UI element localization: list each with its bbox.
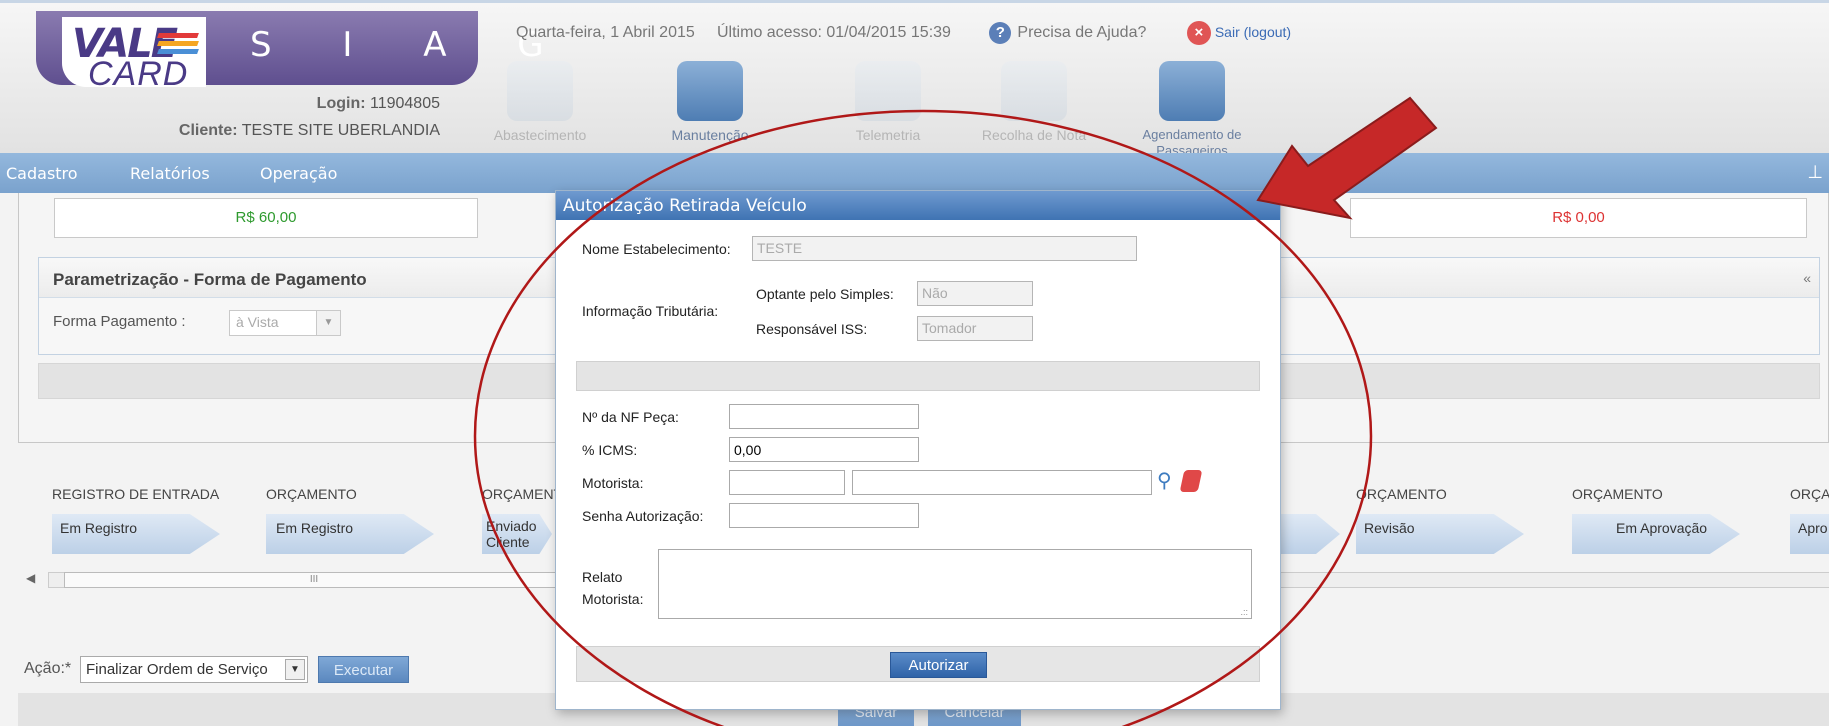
chevron-down-icon: ▼ xyxy=(285,659,305,680)
driver-code-input[interactable] xyxy=(729,470,845,495)
last-access: Último acesso: 01/04/2015 15:39 xyxy=(717,24,951,42)
client-info: Cliente: TESTE SITE UBERLANDIA xyxy=(140,122,440,140)
workflow-step[interactable]: ORÇAMENTO Em Aprovação xyxy=(1572,448,1772,554)
client-value: TESTE SITE UBERLANDIA xyxy=(241,122,440,139)
module-abastecimento[interactable]: Abastecimento xyxy=(470,61,610,143)
module-manutencao[interactable]: Manutenção xyxy=(640,61,780,143)
chevron-down-icon: ▼ xyxy=(316,311,340,335)
collapse-icon[interactable]: « xyxy=(1803,270,1811,286)
icms-input[interactable] xyxy=(729,437,919,462)
wrench-icon xyxy=(677,61,743,121)
workflow-step-title: ORÇAMENTO xyxy=(1572,486,1663,502)
workflow-step[interactable]: ORÇAMENTO Revisão xyxy=(1356,448,1556,554)
value-total-right: R$ 0,00 xyxy=(1350,198,1807,238)
logout-link[interactable]: Sair (logout) xyxy=(1215,24,1291,40)
menu-operacao[interactable]: Operação xyxy=(260,164,337,183)
help-link[interactable]: Precisa de Ajuda? xyxy=(1017,24,1146,41)
fuel-pump-icon xyxy=(507,61,573,121)
menu-relatorios[interactable]: Relatórios xyxy=(130,164,210,183)
login-label: Login: xyxy=(316,95,366,112)
module-recolha-nota[interactable]: Recolha de Nota xyxy=(964,61,1104,143)
nf-number-input[interactable] xyxy=(729,404,919,429)
workflow-step-status: Em Aprovação xyxy=(1572,514,1740,554)
header: VALE CARD S I A G Login: 11904805 Client… xyxy=(0,0,1829,158)
nf-number-label: Nº da NF Peça: xyxy=(582,409,679,425)
pin-icon[interactable]: ⊥ xyxy=(1807,162,1823,183)
driver-report-label-2: Motorista: xyxy=(582,591,644,607)
establishment-name-field: TESTE xyxy=(752,236,1137,261)
signal-icon xyxy=(855,61,921,121)
logo-stripes-icon xyxy=(157,33,199,57)
establishment-name-label: Nome Estabelecimento: xyxy=(582,241,731,257)
value-total-left: R$ 60,00 xyxy=(54,198,478,238)
client-label: Cliente: xyxy=(178,122,238,139)
dialog-separator xyxy=(576,361,1260,391)
driver-report-textarea[interactable]: .:: xyxy=(658,549,1252,619)
workflow-step-title: ORÇA xyxy=(1790,486,1829,502)
workflow-step[interactable]: ORÇAMENTO Em Registro xyxy=(266,448,466,554)
authorize-button[interactable]: Autorizar xyxy=(890,652,987,678)
execute-button[interactable]: Executar xyxy=(318,656,409,683)
menu-cadastro[interactable]: Cadastro xyxy=(6,164,78,183)
eraser-icon[interactable] xyxy=(1179,470,1203,492)
simples-label: Optante pelo Simples: xyxy=(756,286,894,302)
simples-field: Não xyxy=(917,281,1033,306)
iss-responsible-field: Tomador xyxy=(917,316,1033,341)
action-label: Ação:* xyxy=(24,660,72,677)
resize-grip-icon[interactable]: .:: xyxy=(1240,607,1248,617)
top-info-bar: Quarta-feira, 1 Abril 2015 Último acesso… xyxy=(516,21,1291,45)
workflow-step-status: Em Registro xyxy=(52,514,220,554)
logout-icon[interactable]: × xyxy=(1186,21,1211,45)
driver-label: Motorista: xyxy=(582,475,644,491)
icms-label: % ICMS: xyxy=(582,442,638,458)
scroll-thumb[interactable]: III xyxy=(64,572,564,588)
dialog-title[interactable]: Autorização Retirada Veículo xyxy=(556,191,1280,220)
vehicle-release-dialog: Autorização Retirada Veículo Nome Estabe… xyxy=(555,190,1281,710)
driver-report-label: Relato xyxy=(582,569,623,585)
help-icon[interactable]: ? xyxy=(989,22,1012,44)
dialog-footer: Autorizar xyxy=(576,646,1260,682)
workflow-step-status: Em Registro xyxy=(266,514,434,554)
workflow-step[interactable]: ORÇA Apro xyxy=(1790,448,1829,554)
search-icon[interactable]: ⚲ xyxy=(1157,468,1172,493)
scroll-left-icon[interactable]: ◀ xyxy=(26,571,35,585)
module-label: Abastecimento xyxy=(493,127,587,143)
current-date: Quarta-feira, 1 Abril 2015 xyxy=(516,24,695,42)
workflow-step-status: Apro xyxy=(1790,514,1829,554)
auth-password-input[interactable] xyxy=(729,503,919,528)
workflow-step-status: Revisão xyxy=(1356,514,1524,554)
driver-name-input[interactable] xyxy=(852,470,1152,495)
module-agendamento[interactable]: Agendamento de Passageiros xyxy=(1122,61,1262,159)
tax-info-label: Informação Tributária: xyxy=(582,303,719,319)
iss-responsible-label: Responsável ISS: xyxy=(756,321,868,337)
bus-icon xyxy=(1159,61,1225,121)
receipt-icon xyxy=(1001,61,1067,121)
module-label: Recolha de Nota xyxy=(981,127,1087,143)
auth-password-label: Senha Autorização: xyxy=(582,508,704,524)
workflow-step-title: ORÇAMENTO xyxy=(266,486,357,502)
main-menu-bar: Cadastro Relatórios Operação ⊥ xyxy=(0,153,1829,193)
action-select-value: Finalizar Ordem de Serviço xyxy=(86,661,268,678)
payment-method-select[interactable]: à Vista ▼ xyxy=(229,310,341,336)
workflow-arrow-tail xyxy=(1280,514,1340,554)
payment-method-label: Forma Pagamento : xyxy=(53,313,186,330)
payment-method-value: à Vista xyxy=(236,314,279,330)
action-select[interactable]: Finalizar Ordem de Serviço ▼ xyxy=(80,656,308,683)
workflow-step-title: ORÇAMENTO xyxy=(1356,486,1447,502)
workflow-step-title: REGISTRO DE ENTRADA xyxy=(52,486,220,502)
login-info: Login: 11904805 xyxy=(230,95,440,113)
logo-card-text: CARD xyxy=(88,55,189,93)
workflow-step-status: Enviado Cliente xyxy=(482,514,552,554)
module-label: Telemetria xyxy=(855,127,921,143)
workflow-step[interactable]: REGISTRO DE ENTRADA Em Registro xyxy=(52,448,252,554)
module-label: Manutenção xyxy=(671,127,749,143)
module-telemetria[interactable]: Telemetria xyxy=(818,61,958,143)
login-value: 11904805 xyxy=(370,95,440,112)
